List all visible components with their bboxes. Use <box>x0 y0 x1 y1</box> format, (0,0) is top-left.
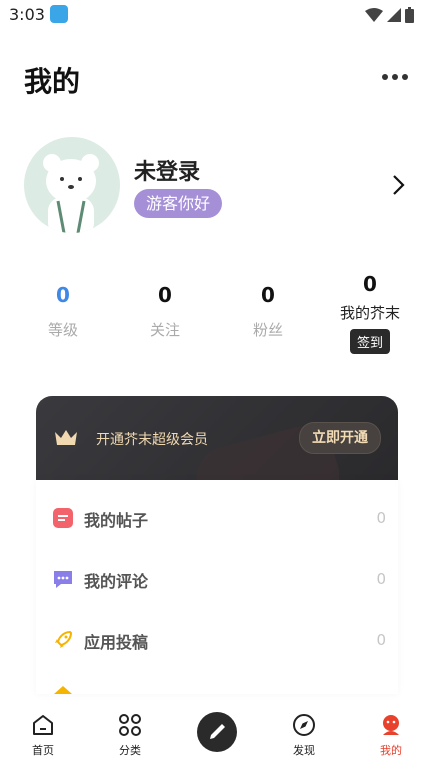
crown-icon <box>55 430 77 445</box>
grid-icon <box>119 714 141 736</box>
stat-value: 0 <box>363 272 377 296</box>
nav-label: 分类 <box>119 744 141 757</box>
compass-icon <box>293 714 315 736</box>
chevron-right-icon[interactable] <box>392 174 406 196</box>
signal-icon <box>387 8 401 22</box>
bear-avatar-icon <box>43 154 99 233</box>
stat-label: 关注 <box>149 321 180 339</box>
stat-value: 0 <box>158 283 172 307</box>
menu-label: 我的评论 <box>84 572 149 591</box>
nav-discover[interactable]: 发现 <box>274 712 334 758</box>
status-time: 3:03 <box>9 5 45 24</box>
rocket-icon <box>55 630 73 648</box>
nav-home[interactable]: 首页 <box>13 712 73 758</box>
nav-mine[interactable]: 我的 <box>361 712 421 758</box>
status-indicators <box>365 7 414 23</box>
menu-list: 我的帖子 0 我的评论 0 应用投稿 0 <box>36 480 398 694</box>
more-dot-icon <box>382 74 388 80</box>
stat-value: 0 <box>261 283 275 307</box>
profile-icon <box>383 715 399 735</box>
pen-icon <box>210 724 225 739</box>
nav-label: 我的 <box>380 744 402 757</box>
stat-fans[interactable]: 0 粉丝 <box>216 283 320 340</box>
stat-label: 粉丝 <box>252 321 283 339</box>
more-dot-icon <box>402 74 408 80</box>
nav-label: 发现 <box>293 744 315 757</box>
compose-button[interactable] <box>197 712 237 752</box>
stat-following[interactable]: 0 关注 <box>113 283 217 340</box>
page-title: 我的 <box>24 65 81 98</box>
avatar[interactable] <box>24 137 120 233</box>
menu-item-posts[interactable]: 我的帖子 0 <box>36 490 398 546</box>
wifi-icon <box>365 8 383 22</box>
username[interactable]: 未登录 <box>134 154 200 186</box>
menu-item-submit-app[interactable]: 应用投稿 0 <box>36 612 398 668</box>
partial-menu-icon <box>54 686 72 694</box>
vip-text: 开通芥末超级会员 <box>96 432 208 448</box>
menu-count: 0 <box>376 631 386 649</box>
more-options-button[interactable] <box>378 64 412 90</box>
stat-label: 我的芥末 <box>339 304 400 322</box>
home-icon <box>33 715 53 735</box>
nav-category[interactable]: 分类 <box>100 712 160 758</box>
post-icon <box>53 508 73 528</box>
stat-level[interactable]: 0 等级 <box>11 283 115 340</box>
vip-open-button[interactable]: 立即开通 <box>299 422 381 454</box>
guest-badge: 游客你好 <box>134 189 223 218</box>
app-notification-icon <box>50 5 68 23</box>
menu-count: 0 <box>376 509 386 527</box>
bottom-nav: 首页 分类 发现 我的 <box>0 700 434 772</box>
menu-label: 我的帖子 <box>84 511 149 530</box>
stat-mustard[interactable]: 0 我的芥末 签到 <box>318 272 422 354</box>
status-bar: 3:03 <box>0 0 434 30</box>
menu-label: 应用投稿 <box>84 633 149 652</box>
nav-label: 首页 <box>32 744 54 757</box>
vip-card[interactable]: 开通芥末超级会员 立即开通 <box>36 396 398 480</box>
menu-count: 0 <box>376 570 386 588</box>
menu-item-comments[interactable]: 我的评论 0 <box>36 551 398 607</box>
comment-icon <box>54 571 72 588</box>
stat-value: 0 <box>56 283 70 307</box>
signin-button[interactable]: 签到 <box>349 329 390 354</box>
battery-icon <box>405 7 414 23</box>
more-dot-icon <box>392 74 398 80</box>
stat-label: 等级 <box>47 321 78 339</box>
